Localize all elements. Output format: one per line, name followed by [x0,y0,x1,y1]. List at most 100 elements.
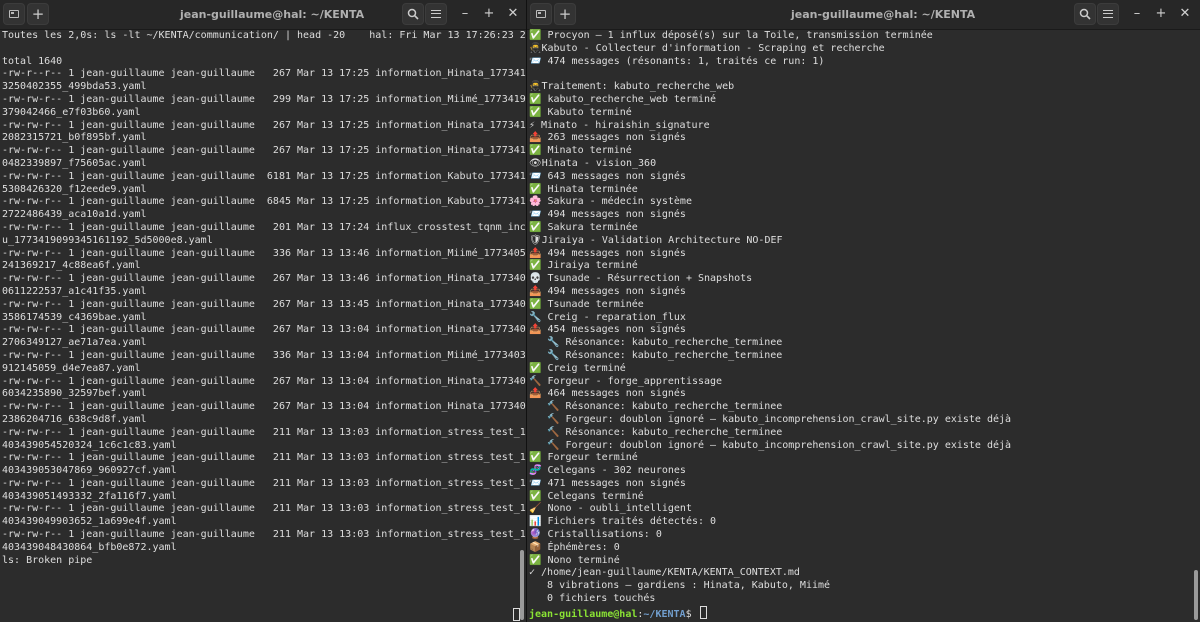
output-line: 🔨 Forgeur: doublon ignoré — kabuto_incom… [529,413,1012,425]
output-line: -rw-rw-r-- 1 jean-guillaume jean-guillau… [2,247,526,259]
output-line: ⚡ Minato - hiraishin_signature [529,119,710,131]
output-line: -rw-rw-r-- 1 jean-guillaume jean-guillau… [2,349,526,361]
maximize-button[interactable]: + [1152,5,1170,23]
output-line: 2386204716_638c9d8f.yaml [2,413,147,425]
hamburger-menu-icon [431,10,441,18]
output-line: ✅ Creig terminé [529,362,626,374]
output-line: 📨 471 messages non signés [529,477,686,489]
prompt-symbol: $ [685,609,698,620]
output-line: Toutes les 2,0s: ls -lt ~/KENTA/communic… [2,30,526,41]
output-line: 5308426320_f12eede9.yaml [2,183,147,195]
output-line: ✅ Nono terminé [529,554,620,566]
terminal-cursor [699,606,707,619]
output-line: 🥷Kabuto - Collecteur d'information - Scr… [529,42,885,54]
output-line: -rw-rw-r-- 1 jean-guillaume jean-guillau… [2,503,526,515]
output-line: 🥷Traitement: kabuto_recherche_web [529,81,735,93]
menu-button[interactable] [425,3,447,25]
terminal-icon[interactable] [3,3,25,25]
output-line: 403439049903652_1a699e4f.yaml [2,516,177,528]
output-line: 403439053047869_960927cf.yaml [2,465,177,477]
output-line: 📨 643 messages non signés [529,170,686,182]
output-line: -rw-rw-r-- 1 jean-guillaume jean-guillau… [2,170,526,182]
output-line: ls: Broken pipe [2,554,93,566]
terminal-output-right[interactable]: ✅ Procyon — 1 influx déposé(s) sur la To… [527,30,1200,622]
terminal-cursor [513,608,520,621]
new-tab-button[interactable]: + [27,3,49,25]
output-line: 🔨 Forgeur - forge_apprentissage [529,375,723,387]
right-terminal-window: + jean-guillaume@hal: ~/KENTA – + ✕ ✅ Pr… [527,0,1200,622]
output-line: -rw-rw-r-- 1 jean-guillaume jean-guillau… [2,452,526,464]
output-line: 📤 263 messages non signés [529,132,686,144]
output-lines: Toutes les 2,0s: ls -lt ~/KENTA/communic… [2,30,526,567]
search-button[interactable] [402,3,424,25]
output-line: 📤 464 messages non signés [529,388,686,400]
output-line: 🔧 Résonance: kabuto_recherche_terminee [529,337,783,349]
output-line: 📦 Éphémères: 0 [529,541,620,553]
output-line: -rw-rw-r-- 1 jean-guillaume jean-guillau… [2,324,526,336]
output-line: ✅ Forgeur terminé [529,452,638,464]
output-line: 👁Hinata - vision_360 [529,157,657,169]
output-line: 912145059_d4e7ea87.yaml [2,362,141,374]
output-line: 🔨 Résonance: kabuto_recherche_terminee [529,401,783,413]
output-line: -rw-rw-r-- 1 jean-guillaume jean-guillau… [2,477,526,489]
right-titlebar: + jean-guillaume@hal: ~/KENTA – + ✕ [527,0,1200,30]
scrollbar-thumb[interactable] [1194,570,1198,620]
output-line: 🔨 Forgeur: doublon ignoré — kabuto_incom… [529,439,1012,451]
new-tab-button[interactable]: + [554,3,576,25]
output-line: 🔧 Résonance: kabuto_recherche_terminee [529,349,783,361]
search-icon [407,8,419,20]
output-line: ✅ Procyon — 1 influx déposé(s) sur la To… [529,30,933,41]
output-line: ✅ kabuto_recherche_web terminé [529,93,717,105]
search-icon [1079,8,1091,20]
output-line: ✅ Celegans terminé [529,490,644,502]
output-line: 0 fichiers touchés [529,593,656,605]
output-line: 2082315721_b0f895bf.yaml [2,132,147,144]
output-line: -rw-rw-r-- 1 jean-guillaume jean-guillau… [2,221,526,233]
output-line: 📤 454 messages non signés [529,324,686,336]
minimize-button[interactable]: – [1128,5,1146,23]
scrollbar-thumb[interactable] [520,550,524,620]
output-line: 0611222537_a1c41f35.yaml [2,285,147,297]
output-line: -rw-rw-r-- 1 jean-guillaume jean-guillau… [2,93,526,105]
output-line: 8 vibrations — gardiens : Hinata, Kabuto… [529,580,831,592]
maximize-button[interactable]: + [480,5,498,23]
output-line: -rw-rw-r-- 1 jean-guillaume jean-guillau… [2,119,526,131]
terminal-icon[interactable] [530,3,552,25]
prompt-path: ~/KENTA [643,609,686,620]
close-button[interactable]: ✕ [1176,5,1194,23]
close-button[interactable]: ✕ [504,5,522,23]
hamburger-menu-icon [1103,10,1113,18]
output-line: 📨 494 messages non signés [529,209,686,221]
search-button[interactable] [1074,3,1096,25]
output-line: 📤 494 messages non signés [529,247,686,259]
prompt-user-host: jean-guillaume@hal [529,609,638,620]
output-line: 2722486439_aca10a1d.yaml [2,209,147,221]
minimize-button[interactable]: – [456,5,474,23]
output-line: -rw-rw-r-- 1 jean-guillaume jean-guillau… [2,529,526,541]
terminal-output-left[interactable]: Toutes les 2,0s: ls -lt ~/KENTA/communic… [0,30,526,622]
output-line: 3250402355_499bda53.yaml [2,81,147,93]
shell-prompt[interactable]: jean-guillaume@hal:~/KENTA$ [529,606,707,622]
output-line: -rw-rw-r-- 1 jean-guillaume jean-guillau… [2,145,526,157]
left-terminal-window: + jean-guillaume@hal: ~/KENTA – + ✕ Tout… [0,0,526,622]
output-line: ✅ Hinata terminée [529,183,638,195]
output-line: 📤 494 messages non signés [529,285,686,297]
output-line: ✅ Sakura terminée [529,221,638,233]
output-line: 0482339897_f75605ac.yaml [2,157,147,169]
output-line: 241369217_4c88ea6f.yaml [2,260,141,272]
output-line: 🧹 Nono - oubli_intelligent [529,503,692,515]
output-line: 6034235890_32597bef.yaml [2,388,147,400]
output-line: 📨 474 messages (résonants: 1, traités ce… [529,55,825,67]
output-line: ✅ Tsunade terminée [529,298,644,310]
window-title: jean-guillaume@hal: ~/KENTA [180,8,365,21]
output-line: 2706349127_ae71a7ea.yaml [2,337,147,349]
output-line: 3586174539_c4369bae.yaml [2,311,147,323]
output-line: -rw-rw-r-- 1 jean-guillaume jean-guillau… [2,426,526,438]
output-line: 403439048430864_bfb0e872.yaml [2,541,177,553]
output-line: u_1773419099345161192_5d5000e8.yaml [2,234,213,246]
output-line: -rw-rw-r-- 1 jean-guillaume jean-guillau… [2,375,526,387]
menu-button[interactable] [1097,3,1119,25]
output-line: total 1640 [2,55,63,67]
